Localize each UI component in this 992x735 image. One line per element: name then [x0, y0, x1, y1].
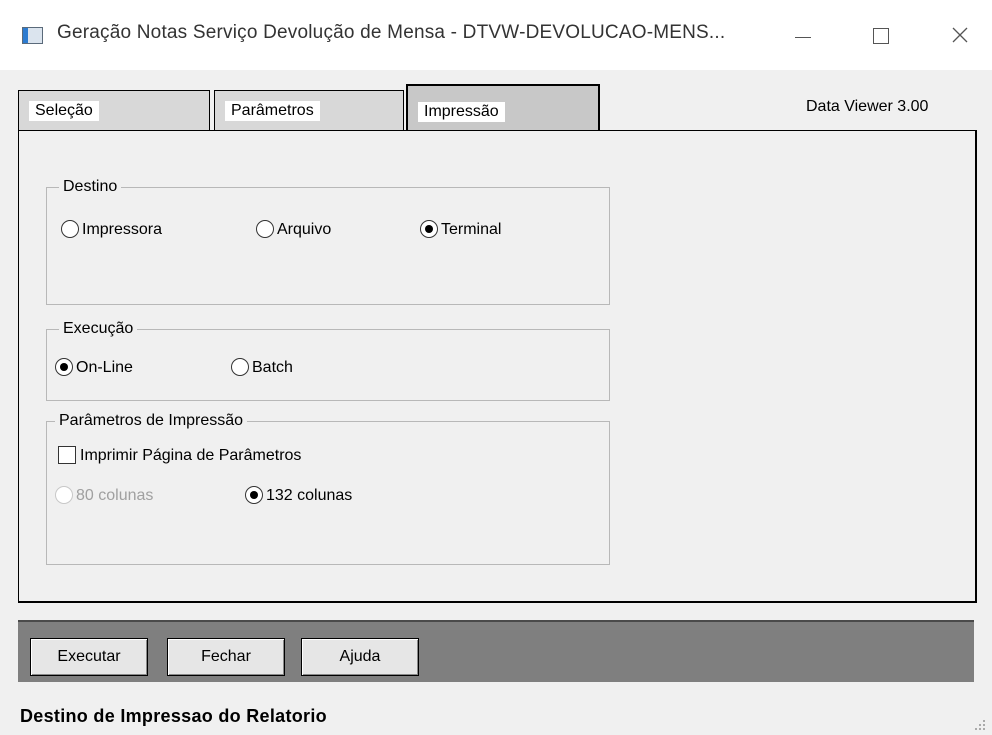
imprimir-parametros-checkbox[interactable]: Imprimir Página de Parâmetros: [58, 446, 301, 466]
checkbox-label: Imprimir Página de Parâmetros: [80, 447, 302, 464]
tab-panel: Destino Impressora Arquivo Terminal Exec…: [18, 130, 977, 603]
fechar-button[interactable]: Fechar: [167, 638, 285, 676]
radio-132-colunas[interactable]: 132 colunas: [245, 486, 352, 506]
radio-circle-icon: [61, 220, 79, 238]
radio-impressora[interactable]: Impressora: [61, 220, 162, 240]
version-label: Data Viewer 3.00: [806, 98, 929, 115]
minimize-button[interactable]: [783, 18, 823, 52]
close-window-button[interactable]: [940, 18, 980, 52]
radio-online[interactable]: On-Line: [55, 358, 133, 378]
radio-circle-icon: [231, 358, 249, 376]
tab-label: Seleção: [29, 101, 99, 121]
radio-label: Impressora: [82, 221, 163, 238]
parametros-impressao-group: Parâmetros de Impressão Imprimir Página …: [46, 411, 610, 565]
radio-label: Arquivo: [277, 221, 332, 238]
maximize-icon: [873, 28, 889, 44]
resize-grip-icon[interactable]: [975, 720, 987, 732]
radio-label: Terminal: [441, 221, 502, 238]
tab-label: Parâmetros: [225, 101, 320, 121]
status-bar-text: Destino de Impressao do Relatorio: [20, 706, 327, 726]
tab-selecao[interactable]: Seleção: [18, 90, 210, 131]
destino-group: Destino Impressora Arquivo Terminal: [46, 177, 610, 305]
window-title: Geração Notas Serviço Devolução de Mensa…: [57, 22, 726, 43]
parametros-impressao-legend: Parâmetros de Impressão: [55, 411, 248, 431]
button-bar: Executar Fechar Ajuda: [18, 620, 974, 682]
title-bar: Geração Notas Serviço Devolução de Mensa…: [0, 0, 992, 70]
radio-circle-icon: [55, 486, 73, 504]
tab-parametros[interactable]: Parâmetros: [214, 90, 404, 131]
ajuda-button[interactable]: Ajuda: [301, 638, 419, 676]
radio-label: On-Line: [76, 359, 133, 376]
radio-selected-icon: [245, 486, 263, 504]
radio-80-colunas: 80 colunas: [55, 486, 153, 506]
app-icon: [22, 27, 43, 44]
maximize-button[interactable]: [860, 18, 900, 52]
execucao-legend: Execução: [59, 319, 138, 339]
radio-batch[interactable]: Batch: [231, 358, 293, 378]
tab-impressao[interactable]: Impressão: [406, 84, 600, 136]
radio-arquivo[interactable]: Arquivo: [256, 220, 331, 240]
radio-circle-icon: [256, 220, 274, 238]
close-icon: [952, 27, 968, 43]
radio-label: 80 colunas: [76, 487, 154, 504]
execucao-group: Execução On-Line Batch: [46, 319, 610, 401]
radio-label: 132 colunas: [266, 487, 353, 504]
destino-legend: Destino: [59, 177, 122, 197]
checkbox-icon: [58, 446, 76, 464]
radio-selected-icon: [420, 220, 438, 238]
minimize-icon: [795, 37, 811, 38]
radio-selected-icon: [55, 358, 73, 376]
tab-label: Impressão: [418, 102, 505, 122]
radio-label: Batch: [252, 359, 293, 376]
radio-terminal[interactable]: Terminal: [420, 220, 501, 240]
executar-button[interactable]: Executar: [30, 638, 148, 676]
